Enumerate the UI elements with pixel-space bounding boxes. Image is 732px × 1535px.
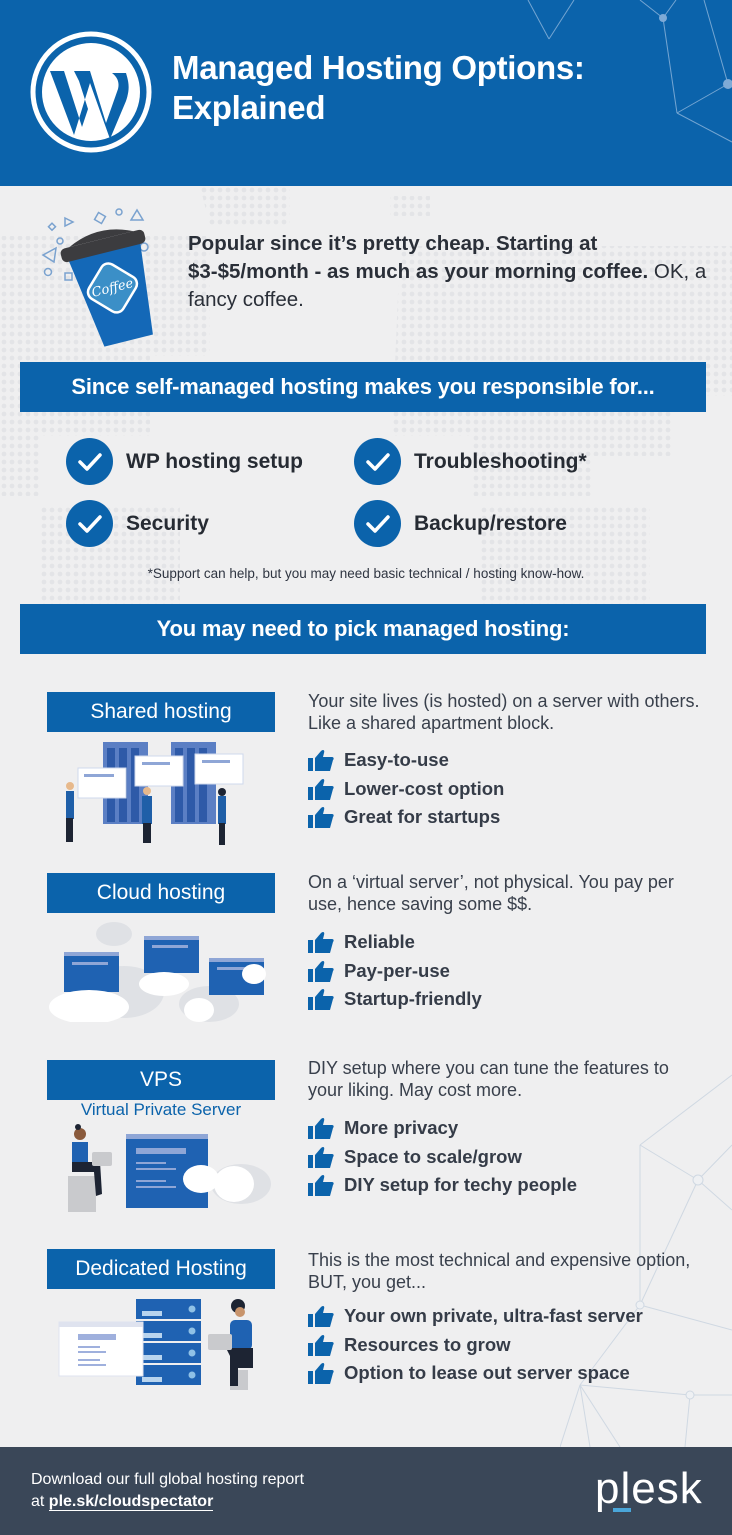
pro-item: Great for startups: [308, 803, 504, 832]
vps-illustration: [68, 1124, 271, 1212]
pro-item: Reliable: [308, 928, 482, 957]
option-label-cloud: Cloud hosting: [47, 873, 275, 913]
thumbs-up-icon: [308, 750, 334, 772]
option-description: This is the most technical and expensive…: [308, 1250, 691, 1292]
pro-item: Space to scale/grow: [308, 1143, 577, 1172]
pro-item: Easy-to-use: [308, 746, 504, 775]
thumbs-up-icon: [308, 960, 334, 982]
responsibility-item: Troubleshooting*: [354, 438, 587, 485]
thumbs-up-icon: [308, 1118, 334, 1140]
footer-text: Download our full global hosting report …: [31, 1469, 304, 1513]
check-circle-icon: [354, 500, 401, 547]
option-label-shared: Shared hosting: [47, 692, 275, 732]
option-subtitle: Virtual Private Server: [80, 1100, 242, 1119]
thumbs-up-icon: [308, 989, 334, 1011]
check-circle-icon: [66, 438, 113, 485]
title-line-2: Explained: [172, 89, 326, 126]
pros-list: Reliable Pay-per-use Startup-friendly: [308, 928, 482, 1014]
page-title: Managed Hosting Options: Explained: [172, 48, 585, 128]
option-description: On a ‘virtual server’, not physical. You…: [308, 872, 674, 914]
option-label-vps: VPS: [47, 1060, 275, 1100]
responsibility-item: Security: [66, 500, 209, 547]
wordpress-logo-icon: [30, 31, 152, 153]
dedicated-hosting-illustration: [58, 1299, 253, 1390]
thumbs-up-icon: [308, 1175, 334, 1197]
responsibility-item: WP hosting setup: [66, 438, 303, 485]
responsibility-label: Security: [126, 511, 209, 535]
thumbs-up-icon: [308, 1363, 334, 1385]
thumbs-up-icon: [308, 1334, 334, 1356]
cloud-hosting-illustration: [49, 922, 266, 1022]
pro-item: Lower-cost option: [308, 775, 504, 804]
thumbs-up-icon: [308, 1306, 334, 1328]
pro-item: Your own private, ultra-fast server: [308, 1302, 643, 1331]
plesk-logo: plesk: [595, 1464, 703, 1513]
footer-line-2: at ple.sk/cloudspectator: [31, 1493, 214, 1511]
pro-item: Resources to grow: [308, 1331, 643, 1360]
pros-list: Easy-to-use Lower-cost option Great for …: [308, 746, 504, 832]
pros-list: More privacy Space to scale/grow DIY set…: [308, 1114, 577, 1200]
pro-item: More privacy: [308, 1114, 577, 1143]
responsibility-label: WP hosting setup: [126, 449, 303, 473]
option-description: DIY setup where you can tune the feature…: [308, 1058, 669, 1100]
intro-bold: Popular since it’s pretty cheap. Startin…: [188, 232, 649, 283]
thumbs-up-icon: [308, 778, 334, 800]
pro-item: Startup-friendly: [308, 985, 482, 1014]
check-circle-icon: [354, 438, 401, 485]
thumbs-up-icon: [308, 932, 334, 954]
footer: Download our full global hosting report …: [0, 1447, 732, 1535]
option-label-dedicated: Dedicated Hosting: [47, 1249, 275, 1289]
title-line-1: Managed Hosting Options:: [172, 49, 585, 86]
pro-item: Option to lease out server space: [308, 1359, 643, 1388]
option-description: Your site lives (is hosted) on a server …: [308, 691, 700, 733]
coffee-cup-icon: Coffee: [41, 208, 153, 347]
header: Managed Hosting Options: Explained: [0, 0, 732, 186]
report-link[interactable]: ple.sk/cloudspectator: [48, 1493, 214, 1511]
thumbs-up-icon: [308, 807, 334, 829]
pros-list: Your own private, ultra-fast server Reso…: [308, 1302, 643, 1388]
intro-text: Popular since it’s pretty cheap. Startin…: [188, 230, 708, 314]
plesk-logo-accent: [613, 1508, 631, 1512]
responsibilities-banner: Since self-managed hosting makes you res…: [20, 362, 706, 412]
managed-banner: You may need to pick managed hosting:: [20, 604, 706, 654]
pro-item: DIY setup for techy people: [308, 1171, 577, 1200]
check-circle-icon: [66, 500, 113, 547]
responsibility-label: Troubleshooting*: [414, 449, 587, 473]
shared-hosting-illustration: [66, 742, 244, 845]
footnote: *Support can help, but you may need basi…: [147, 566, 585, 581]
footer-line-1: Download our full global hosting report: [31, 1471, 305, 1488]
pro-item: Pay-per-use: [308, 957, 482, 986]
responsibility-item: Backup/restore: [354, 500, 567, 547]
thumbs-up-icon: [308, 1146, 334, 1168]
responsibility-label: Backup/restore: [414, 511, 567, 535]
